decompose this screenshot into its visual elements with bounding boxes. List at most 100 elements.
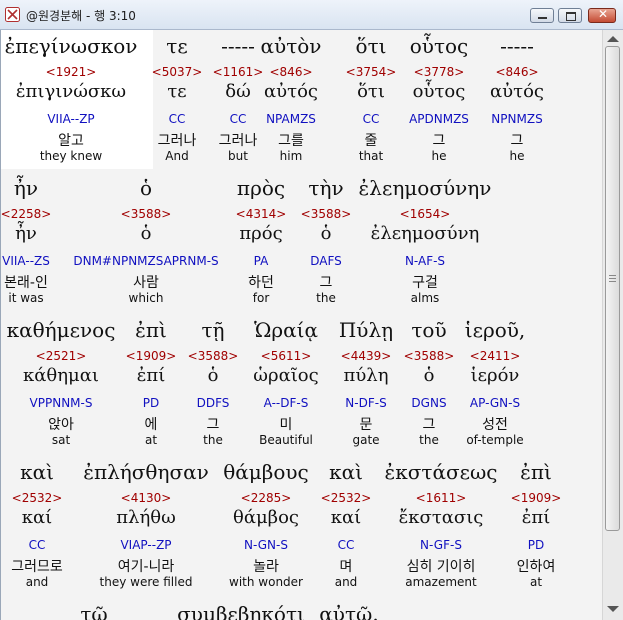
parsing-code: CC [168, 112, 186, 126]
greek-word[interactable]: ----- [221, 34, 255, 58]
english-gloss: the [419, 433, 439, 447]
background [1, 169, 602, 620]
maximize-button[interactable] [558, 8, 582, 23]
parsing-code: CC [362, 112, 380, 126]
english-gloss: And [165, 149, 189, 163]
parsing-code: DGNS [411, 396, 447, 410]
korean-gloss: 구걸 [412, 275, 438, 291]
korean-gloss: 며 [339, 559, 353, 575]
strong-number: <2258> [0, 207, 52, 221]
english-gloss: he [431, 149, 447, 163]
greek-word[interactable]: τοῦ [411, 318, 446, 342]
parsing-code: VPPNNM-S [29, 396, 93, 410]
lemma: ὁ [320, 223, 332, 244]
greek-word[interactable]: καὶ [20, 460, 54, 484]
greek-word[interactable]: ἐπὶ [520, 460, 552, 484]
greek-word[interactable]: ἐκστάσεως [385, 460, 498, 484]
greek-word[interactable]: Πύλῃ [339, 318, 393, 342]
strong-number: <4314> [235, 207, 287, 221]
korean-gloss: 하던 [248, 275, 274, 291]
lemma: ὁ [140, 223, 152, 244]
strong-number: <3754> [345, 65, 397, 79]
interlinear-view: ἐπεγίνωσκον <1921> ἐπιγινώσκω VIIA--ZP 알고 the… [0, 30, 602, 620]
strong-number: <5037> [151, 65, 203, 79]
vertical-scrollbar[interactable] [602, 30, 623, 620]
greek-word[interactable]: ἐπλήσθησαν [83, 460, 209, 484]
greek-word[interactable]: ὅτι [356, 34, 387, 58]
greek-word[interactable]: αὐτὸν [261, 34, 322, 58]
parsing-code: N-GF-S [420, 538, 462, 552]
parsing-code: N-GN-S [244, 538, 288, 552]
korean-gloss: 문 [359, 417, 373, 433]
english-gloss: alms [410, 291, 440, 305]
parsing-code: PA [253, 254, 269, 268]
greek-word[interactable]: τῇ [201, 318, 224, 342]
strong-number: <1161> [212, 65, 264, 79]
greek-word[interactable]: ὁ [140, 176, 152, 200]
greek-word[interactable]: ----- [500, 34, 534, 58]
strong-number: <3588> [300, 207, 352, 221]
greek-word[interactable]: ἐλεημοσύνην [359, 176, 492, 200]
lemma: τε [167, 81, 187, 102]
strong-number: <1921> [45, 65, 97, 79]
minimize-button[interactable] [530, 8, 554, 23]
english-gloss: with wonder [229, 575, 303, 589]
title-bar: @원경분해 - 행 3:10 ✕ [0, 0, 623, 30]
greek-word[interactable]: καὶ [329, 460, 363, 484]
greek-word[interactable]: τὴν [308, 176, 343, 200]
greek-word[interactable]: καθήμενος [7, 318, 116, 342]
greek-word[interactable]: αὐτῷ. [319, 602, 378, 620]
english-gloss: at [529, 575, 543, 589]
strong-number: <2521> [35, 349, 87, 363]
scroll-down-arrow-icon[interactable] [607, 606, 619, 612]
greek-word[interactable]: τῷ [80, 602, 107, 620]
lemma: αὐτός [264, 81, 318, 102]
lemma: ἐπί [521, 507, 551, 528]
greek-word[interactable]: ἐπὶ [135, 318, 167, 342]
greek-word[interactable]: ἱεροῦ, [465, 318, 526, 342]
korean-gloss: 인하여 [516, 559, 556, 575]
parsing-code: DDFS [196, 396, 230, 410]
strong-number: <5611> [260, 349, 312, 363]
parsing-code: VIAP--ZP [120, 538, 172, 552]
greek-word[interactable]: θάμβους [223, 460, 309, 484]
lemma: αὐτός [490, 81, 544, 102]
korean-gloss: 놀라 [253, 559, 279, 575]
english-gloss: he [509, 149, 525, 163]
english-gloss: the [203, 433, 223, 447]
korean-gloss: 미 [279, 417, 293, 433]
strong-number: <2411> [469, 349, 521, 363]
parsing-code: DAFS [310, 254, 342, 268]
greek-word[interactable]: συμβεβηκότι [177, 602, 305, 620]
lemma: ὡραῖος [253, 365, 319, 386]
korean-gloss: 그러므로 [11, 559, 63, 575]
lemma: δώ [225, 81, 251, 102]
greek-word[interactable]: ἐπεγίνωσκον [5, 34, 138, 58]
greek-word[interactable]: οὗτος [410, 34, 469, 58]
parsing-code: PD [142, 396, 160, 410]
korean-gloss: 줄 [364, 133, 378, 149]
close-button[interactable]: ✕ [588, 7, 616, 23]
greek-word[interactable]: πρὸς [237, 176, 285, 200]
lemma: ἔκστασις [398, 507, 484, 528]
minimize-icon [538, 17, 547, 19]
strong-number: <1611> [415, 491, 467, 505]
app-icon [5, 7, 20, 22]
lemma: ἐπιγινώσκω [15, 81, 127, 102]
lemma: καί [21, 507, 53, 528]
parsing-code: VIIA--ZP [47, 112, 95, 126]
greek-word[interactable]: ἦν [14, 176, 38, 200]
greek-word[interactable]: Ὡραίᾳ [254, 318, 318, 342]
greek-word[interactable]: τε [166, 34, 187, 58]
scroll-thumb[interactable] [605, 46, 620, 531]
strong-number: <2532> [320, 491, 372, 505]
strong-number: <1909> [125, 349, 177, 363]
english-gloss: the [316, 291, 336, 305]
maximize-icon [566, 12, 576, 21]
parsing-code: NPNMZS [491, 112, 543, 126]
english-gloss: and [334, 575, 358, 589]
grip-line [609, 281, 616, 282]
grip-line [609, 275, 616, 276]
korean-gloss: 그를 [278, 133, 304, 149]
scroll-up-arrow-icon[interactable] [607, 36, 619, 42]
